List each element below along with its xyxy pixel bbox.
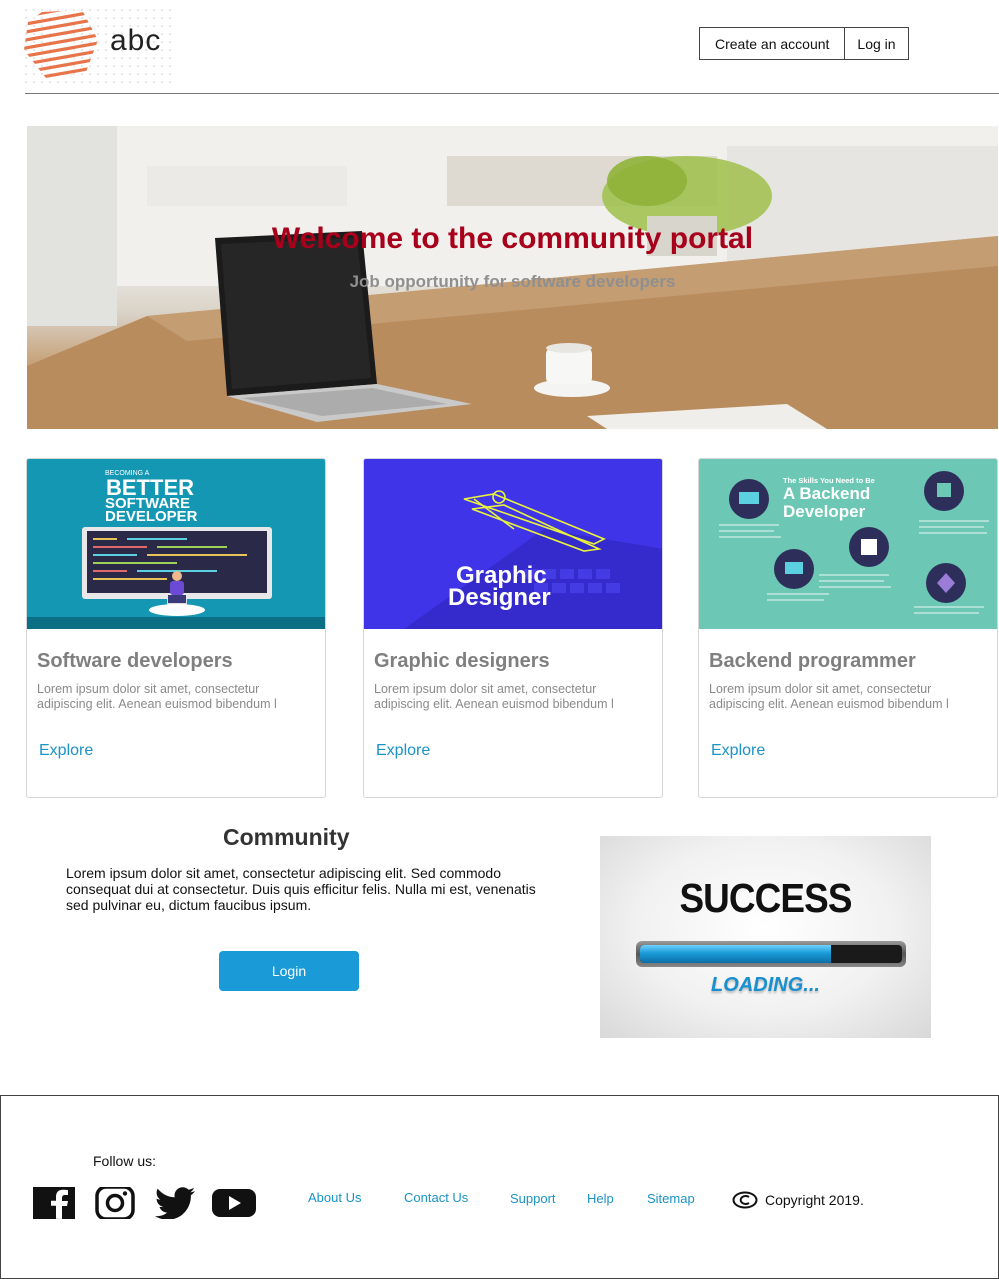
loading-progress-fill: [640, 945, 832, 963]
success-headline: SUCCESS: [679, 875, 852, 921]
explore-link-backend[interactable]: Explore: [711, 742, 765, 760]
success-loading-image: SUCCESS LOADING...: [600, 836, 931, 1038]
logo[interactable]: abc: [22, 6, 177, 84]
hero-title: Welcome to the community portal: [271, 222, 754, 255]
footer-link-about-us[interactable]: About Us: [308, 1190, 361, 1205]
card3-line2: Developer: [783, 502, 866, 521]
loading-progress-track: [640, 945, 902, 963]
header-divider: [25, 93, 999, 94]
card-title: Software developers: [37, 650, 233, 672]
card-graphic-designers: Graphic Designer Graphic designers Lorem…: [363, 458, 663, 798]
community-description: Lorem ipsum dolor sit amet, consectetur …: [66, 865, 536, 913]
auth-button-group: Create an account Log in: [699, 27, 909, 60]
card-description: Lorem ipsum dolor sit amet, consectetur …: [709, 682, 949, 711]
instagram-icon[interactable]: [93, 1187, 137, 1219]
graphic-designer-illustration: Graphic Designer: [364, 459, 662, 629]
card-image-backend: The Skills You Need to Be A Backend Deve…: [699, 459, 997, 629]
footer: Follow us: About Us Contact Us Support H…: [0, 1095, 999, 1279]
backend-developer-illustration: The Skills You Need to Be A Backend Deve…: [699, 459, 997, 629]
footer-link-contact-us[interactable]: Contact Us: [404, 1190, 468, 1205]
card-title: Backend programmer: [709, 650, 916, 672]
copyright-icon: [732, 1191, 758, 1209]
card1-line3: DEVELOPER: [105, 508, 198, 525]
card-description: Lorem ipsum dolor sit amet, consectetur …: [374, 682, 614, 711]
footer-link-support[interactable]: Support: [510, 1191, 556, 1206]
follow-us-label: Follow us:: [93, 1153, 157, 1169]
youtube-icon[interactable]: [211, 1187, 257, 1219]
software-developer-illustration: BECOMING A BETTER SOFTWARE DEVELOPER: [27, 459, 325, 629]
copyright-text: Copyright 2019.: [765, 1192, 864, 1208]
card-software-developers: BECOMING A BETTER SOFTWARE DEVELOPER Sof…: [26, 458, 326, 798]
login-button[interactable]: Login: [219, 951, 359, 991]
login-header-button[interactable]: Log in: [844, 28, 908, 59]
card-image-graphic: Graphic Designer: [364, 459, 662, 629]
loading-progress-bar: [636, 941, 906, 967]
card3-line1: A Backend: [783, 484, 870, 503]
logo-text: abc: [110, 24, 162, 57]
card-backend-programmer: The Skills You Need to Be A Backend Deve…: [698, 458, 998, 798]
card-description: Lorem ipsum dolor sit amet, consectetur …: [37, 682, 277, 711]
explore-link-graphic[interactable]: Explore: [376, 742, 430, 760]
card-image-software: BECOMING A BETTER SOFTWARE DEVELOPER: [27, 459, 325, 629]
card2-line1: Designer: [448, 584, 551, 611]
create-account-button[interactable]: Create an account: [700, 28, 845, 59]
card-title: Graphic designers: [374, 650, 550, 672]
footer-link-help[interactable]: Help: [587, 1191, 614, 1206]
community-title: Community: [223, 824, 350, 850]
logo-mark-icon: [24, 10, 98, 78]
hero-subtitle: Job opportunity for software developers: [349, 272, 676, 291]
explore-link-software[interactable]: Explore: [39, 742, 93, 760]
facebook-icon[interactable]: [32, 1187, 76, 1219]
footer-link-sitemap[interactable]: Sitemap: [647, 1191, 695, 1206]
loading-caption: LOADING...: [711, 974, 820, 996]
hero-banner: Welcome to the community portal Job oppo…: [27, 126, 998, 429]
twitter-icon[interactable]: [153, 1187, 197, 1219]
